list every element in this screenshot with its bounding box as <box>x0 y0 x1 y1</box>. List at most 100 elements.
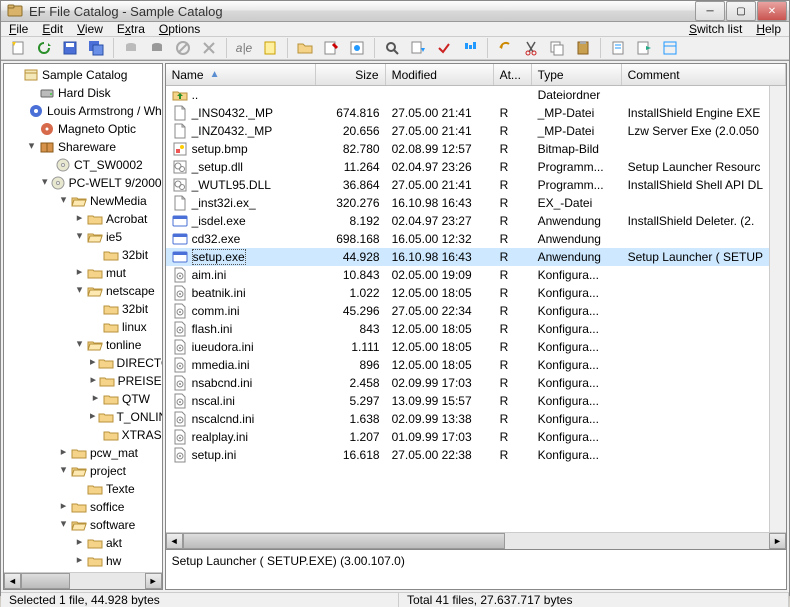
scroll-left-icon[interactable]: ◄ <box>166 533 183 549</box>
scroll-right-icon[interactable]: ► <box>145 573 162 589</box>
tree-twisty-icon[interactable] <box>90 250 101 261</box>
col-name[interactable]: Name▲ <box>166 64 316 85</box>
minimize-button[interactable]: ─ <box>695 1 725 21</box>
file-row[interactable]: ..Dateiordner <box>166 86 769 104</box>
tree-node[interactable]: ▸T_ONLINE <box>6 408 162 426</box>
maximize-button[interactable]: ▢ <box>726 1 756 21</box>
file-row[interactable]: nsabcnd.ini2.45802.09.99 17:03RKonfigura… <box>166 374 769 392</box>
tree-node[interactable]: ▾Shareware <box>6 138 162 156</box>
file-row[interactable]: aim.ini10.84302.05.00 19:09RKonfigura... <box>166 266 769 284</box>
tree-node[interactable]: ▾PC-WELT 9/2000 <box>6 174 162 192</box>
tree-twisty-icon[interactable]: ▸ <box>74 538 85 549</box>
tb-search-icon[interactable] <box>381 37 403 59</box>
tb-rename-icon[interactable]: a|e <box>233 37 255 59</box>
tree-node[interactable]: ▸QTW <box>6 390 162 408</box>
tree-twisty-icon[interactable]: ▸ <box>90 394 101 405</box>
tree-view[interactable]: Sample CatalogHard DiskLouis Armstrong /… <box>4 64 162 572</box>
tree-twisty-icon[interactable]: ▸ <box>90 376 97 387</box>
file-row[interactable]: setup.exe44.92816.10.98 16:43RAnwendungS… <box>166 248 769 266</box>
tb-db2-icon[interactable] <box>146 37 168 59</box>
tb-report-icon[interactable] <box>607 37 629 59</box>
tree-twisty-icon[interactable]: ▾ <box>26 142 37 153</box>
tree-node[interactable]: ▾tonline <box>6 336 162 354</box>
tree-twisty-icon[interactable]: ▸ <box>74 214 85 225</box>
tb-db1-icon[interactable] <box>120 37 142 59</box>
tree-twisty-icon[interactable]: ▾ <box>74 232 85 243</box>
tree-twisty-icon[interactable]: ▸ <box>58 502 69 513</box>
scroll-left-icon[interactable]: ◄ <box>4 573 21 589</box>
file-row[interactable]: nscal.ini5.29713.09.99 15:57RKonfigura..… <box>166 392 769 410</box>
file-row[interactable]: cd32.exe698.16816.05.00 12:32RAnwendung <box>166 230 769 248</box>
tb-paste-icon[interactable] <box>572 37 594 59</box>
tree-twisty-icon[interactable]: ▾ <box>42 178 48 189</box>
tree-node[interactable]: ▸DIRECTOR <box>6 354 162 372</box>
tb-sort-icon[interactable] <box>459 37 481 59</box>
file-row[interactable]: _WUTL95.DLL36.86427.05.00 21:41RProgramm… <box>166 176 769 194</box>
file-row[interactable]: beatnik.ini1.02212.05.00 18:05RKonfigura… <box>166 284 769 302</box>
tree-node[interactable]: linux <box>6 318 162 336</box>
menu-file[interactable]: File <box>9 22 28 36</box>
file-row[interactable]: iueudora.ini1.11112.05.00 18:05RKonfigur… <box>166 338 769 356</box>
tree-node[interactable]: ▾netscape <box>6 282 162 300</box>
file-row[interactable]: mmedia.ini89612.05.00 18:05RKonfigura... <box>166 356 769 374</box>
file-row[interactable]: nscalcnd.ini1.63802.09.99 13:38RKonfigur… <box>166 410 769 428</box>
file-row[interactable]: _INS0432._MP674.81627.05.00 21:41R_MP-Da… <box>166 104 769 122</box>
tree-twisty-icon[interactable]: ▾ <box>58 466 69 477</box>
tb-expand-icon[interactable] <box>659 37 681 59</box>
tree-hscroll[interactable]: ◄ ► <box>4 572 162 589</box>
tree-twisty-icon[interactable]: ▸ <box>74 268 85 279</box>
tb-cut-icon[interactable] <box>520 37 542 59</box>
tb-copyto-icon[interactable] <box>407 37 429 59</box>
scroll-right-icon[interactable]: ► <box>769 533 786 549</box>
tb-props-icon[interactable] <box>346 37 368 59</box>
file-row[interactable]: setup.bmp82.78002.08.99 12:57RBitmap-Bil… <box>166 140 769 158</box>
tb-folder-icon[interactable] <box>294 37 316 59</box>
tree-node[interactable]: 32bit <box>6 300 162 318</box>
tree-node[interactable]: Sample Catalog <box>6 66 162 84</box>
col-at[interactable]: At... <box>494 64 532 85</box>
file-row[interactable]: _setup.dll11.26402.04.97 23:26RProgramm.… <box>166 158 769 176</box>
menu-options[interactable]: Options <box>159 22 200 36</box>
tree-twisty-icon[interactable]: ▸ <box>90 358 96 369</box>
tb-new-icon[interactable] <box>7 37 29 59</box>
tb-undo-icon[interactable] <box>494 37 516 59</box>
tree-twisty-icon[interactable]: ▾ <box>74 286 85 297</box>
tree-twisty-icon[interactable] <box>10 70 21 81</box>
tb-copy-icon[interactable] <box>546 37 568 59</box>
tree-twisty-icon[interactable] <box>74 484 85 495</box>
tb-export-icon[interactable] <box>633 37 655 59</box>
close-button[interactable]: ✕ <box>757 1 787 21</box>
menu-extra[interactable]: Extra <box>117 22 145 36</box>
tree-twisty-icon[interactable] <box>26 88 37 99</box>
tb-refresh-icon[interactable] <box>33 37 55 59</box>
col-modified[interactable]: Modified <box>386 64 494 85</box>
tree-twisty-icon[interactable]: ▸ <box>74 556 85 567</box>
tree-node[interactable]: ▸mut <box>6 264 162 282</box>
tree-node[interactable]: ▾ie5 <box>6 228 162 246</box>
tb-delete-icon[interactable] <box>198 37 220 59</box>
menu-help[interactable]: Help <box>756 22 781 36</box>
file-row[interactable]: flash.ini84312.05.00 18:05RKonfigura... <box>166 320 769 338</box>
tree-node[interactable]: ▾software <box>6 516 162 534</box>
tree-node[interactable]: ▸hw <box>6 552 162 570</box>
tb-save-icon[interactable] <box>59 37 81 59</box>
tree-twisty-icon[interactable] <box>42 160 53 171</box>
list-vscroll[interactable] <box>769 86 786 532</box>
tree-twisty-icon[interactable] <box>90 322 101 333</box>
tree-twisty-icon[interactable]: ▾ <box>58 196 69 207</box>
tree-node[interactable]: ▸soffice <box>6 498 162 516</box>
file-row[interactable]: _inst32i.ex_320.27616.10.98 16:43REX_-Da… <box>166 194 769 212</box>
list-body[interactable]: ..Dateiordner_INS0432._MP674.81627.05.00… <box>166 86 769 532</box>
tree-node[interactable]: CT_SW0002 <box>6 156 162 174</box>
menu-switch[interactable]: Switch list <box>689 22 742 36</box>
tree-node[interactable]: XTRAS <box>6 426 162 444</box>
tree-node[interactable]: ▾NewMedia <box>6 192 162 210</box>
tb-edit-icon[interactable] <box>320 37 342 59</box>
tree-node[interactable]: ▸akt <box>6 534 162 552</box>
tree-twisty-icon[interactable]: ▸ <box>58 448 69 459</box>
menu-edit[interactable]: Edit <box>42 22 63 36</box>
tree-node[interactable]: ▾project <box>6 462 162 480</box>
file-row[interactable]: _isdel.exe8.19202.04.97 23:27RAnwendungI… <box>166 212 769 230</box>
tb-saveall-icon[interactable] <box>85 37 107 59</box>
tree-node[interactable]: Hard Disk <box>6 84 162 102</box>
